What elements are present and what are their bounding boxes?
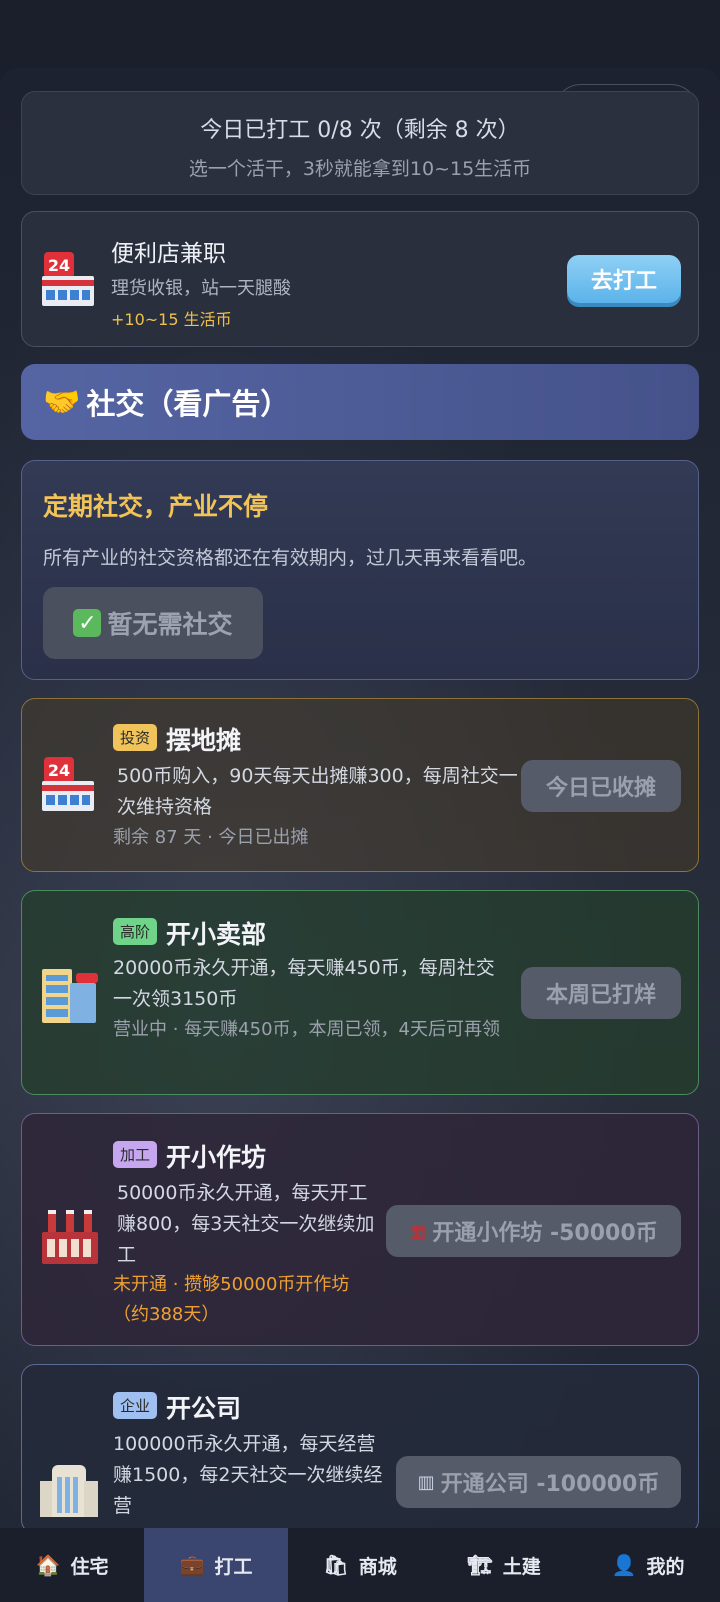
tab-construction[interactable]: 🏗 土建 — [432, 1528, 576, 1602]
factory-icon: ▦ — [409, 1220, 427, 1242]
business-name: 摆地摊 — [166, 726, 242, 755]
work-hint-text: 选一个活干，3秒就能拿到10~15生活币 — [188, 158, 532, 180]
business-desc: 50000币永久开通，每天开工赚800，每3天社交一次继续加工 — [117, 1182, 375, 1266]
construction-icon: 🏗 — [467, 1553, 493, 1577]
business-tag: 企业 — [113, 1392, 158, 1419]
tab-mall[interactable]: 🛍 商城 — [288, 1528, 432, 1602]
open-workshop-label: 开通小作坊 -50000币 — [432, 1221, 658, 1246]
tab-label: 土建 — [502, 1555, 541, 1578]
social-notice-card: 定期社交，产业不停 所有产业的社交资格都还在有效期内，过几天再来看看吧。 ✓ 暂… — [21, 460, 699, 680]
office-building-icon — [40, 965, 98, 1023]
social-notice-desc: 所有产业的社交资格都还在有效期内，过几天再来看看吧。 — [43, 547, 538, 569]
tab-mine[interactable]: 👤 我的 — [576, 1528, 720, 1602]
tab-work[interactable]: 💼 打工 — [144, 1528, 288, 1602]
convenience-store-icon: 24 — [42, 757, 94, 811]
business-tag: 投资 — [113, 724, 158, 751]
business-desc: 100000币永久开通，每天经营赚1500，每2天社交一次继续经营 — [113, 1433, 383, 1517]
job-desc: 理货收银，站一天腿酸 — [111, 278, 291, 299]
handshake-icon: 🤝 — [43, 384, 81, 420]
business-desc: 500币购入，90天每天出摊赚300，每周社交一次维持资格 — [117, 765, 518, 818]
business-card-company: 企业 开公司 100000币永久开通，每天经营赚1500，每2天社交一次继续经营… — [21, 1364, 699, 1534]
open-workshop-button[interactable]: ▦ 开通小作坊 -50000币 — [386, 1205, 681, 1257]
business-card-workshop: 加工 开小作坊 50000币永久开通，每天开工赚800，每3天社交一次继续加工 … — [21, 1113, 699, 1346]
social-section-header: 🤝 社交（看广告） — [21, 364, 699, 440]
social-notice-title: 定期社交，产业不停 — [43, 492, 269, 521]
tab-label: 我的 — [646, 1555, 685, 1578]
business-desc: 20000币永久开通，每天赚450币，每周社交一次领3150币 — [113, 957, 495, 1010]
business-tag: 高阶 — [113, 918, 158, 945]
business-card-shop: 高阶 开小卖部 20000币永久开通，每天赚450币，每周社交一次领3150币 … — [21, 890, 699, 1095]
business-status: 未开通 · 攒够50000币开作坊（约388天） — [113, 1274, 350, 1325]
no-social-needed-label: 暂无需社交 — [107, 610, 233, 639]
corporate-building-icon — [40, 1461, 98, 1517]
social-section-title: 社交（看广告） — [86, 387, 290, 421]
go-work-button[interactable]: 去打工 — [567, 255, 681, 303]
closed-this-week-button[interactable]: 本周已打烊 — [521, 967, 681, 1019]
convenience-store-icon: 24 — [42, 252, 94, 306]
business-status: 营业中 · 每天赚450币，本周已领，4天后可再领 — [113, 1019, 500, 1040]
tab-label: 商城 — [358, 1555, 397, 1578]
business-card-stall: 24 投资 摆地摊 500币购入，90天每天出摊赚300，每周社交一次维持资格 … — [21, 698, 699, 872]
bottom-tab-bar: 🏠 住宅 💼 打工 🛍 商城 🏗 土建 👤 我的 — [0, 1528, 720, 1602]
business-tag: 加工 — [113, 1141, 158, 1168]
business-name: 开小卖部 — [166, 920, 267, 949]
open-company-button[interactable]: ▥ 开通公司 -100000币 — [396, 1456, 681, 1508]
business-name: 开小作坊 — [166, 1143, 267, 1172]
business-status: 剩余 87 天 · 今日已出摊 — [113, 827, 309, 848]
shopping-bags-icon: 🛍 — [323, 1553, 349, 1577]
briefcase-icon: 💼 — [179, 1553, 205, 1577]
job-card: 24 便利店兼职 理货收银，站一天腿酸 +10~15 生活币 去打工 — [21, 211, 699, 347]
tab-label: 住宅 — [70, 1555, 109, 1578]
status-area — [0, 0, 720, 68]
open-company-label: 开通公司 -100000币 — [440, 1472, 660, 1497]
user-icon: 👤 — [611, 1553, 637, 1577]
check-icon: ✓ — [73, 609, 102, 637]
tab-label: 打工 — [214, 1555, 253, 1578]
closed-today-button[interactable]: 今日已收摊 — [521, 760, 681, 812]
business-name: 开公司 — [166, 1394, 242, 1423]
job-reward: +10~15 生活币 — [111, 310, 232, 329]
work-count-text: 今日已打工 0/8 次（剩余 8 次） — [200, 118, 520, 143]
work-summary-card: 今日已打工 0/8 次（剩余 8 次） 选一个活干，3秒就能拿到10~15生活币 — [21, 91, 699, 195]
corporate-building-icon: ▥ — [417, 1471, 435, 1493]
factory-icon — [42, 1206, 98, 1264]
tab-residence[interactable]: 🏠 住宅 — [0, 1528, 144, 1602]
no-social-needed-button: ✓ 暂无需社交 — [43, 587, 263, 659]
job-title: 便利店兼职 — [111, 241, 226, 267]
house-icon: 🏠 — [35, 1553, 61, 1577]
